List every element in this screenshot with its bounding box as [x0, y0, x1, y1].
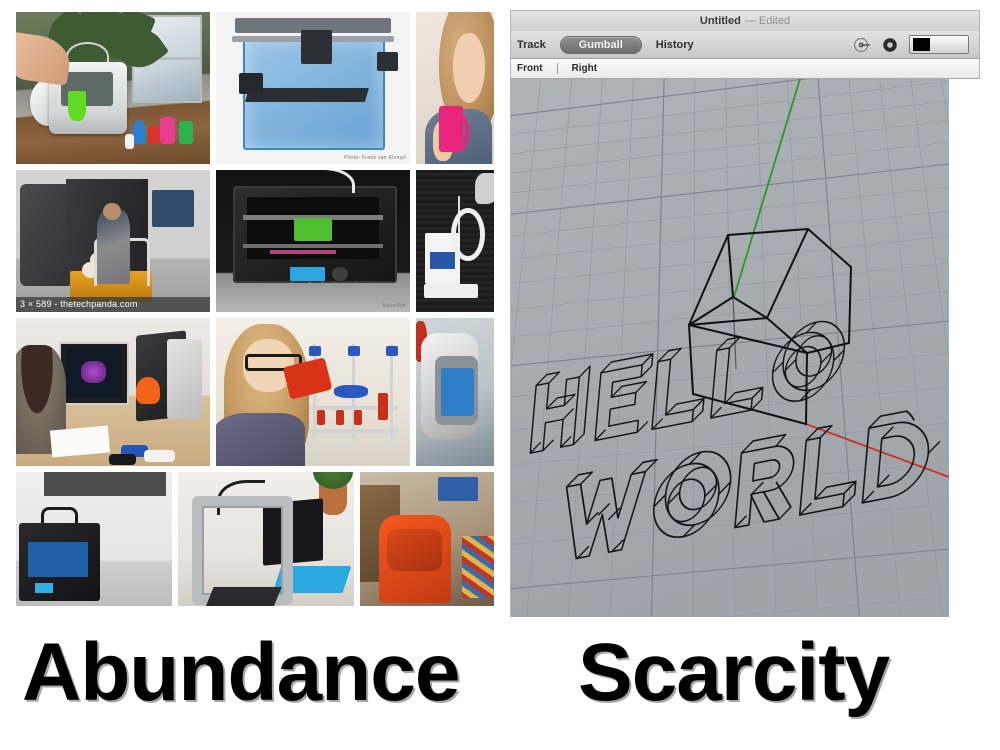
photo-aluminium-cube-frame-tablet[interactable] — [178, 472, 354, 606]
tab-right[interactable]: Right — [572, 63, 598, 74]
photo-woman-3d-scanner-desk[interactable] — [16, 318, 210, 466]
color-swatch-chip — [913, 38, 930, 51]
window-title: Untitled — Edited — [700, 15, 790, 27]
collage-row — [16, 318, 494, 466]
photo-watermark: MakerBot — [382, 303, 406, 309]
slide-root: Photo: Frank van Klompf 3 × 589 - thetec… — [0, 0, 1000, 750]
toolbar-history-button[interactable]: History — [656, 39, 694, 51]
viewport-scene — [511, 79, 949, 617]
window-titlebar: Untitled — Edited — [510, 10, 980, 31]
photo-black-printer-room[interactable] — [16, 472, 172, 606]
slide-captions: Abundance Scarcity — [0, 626, 1000, 746]
caption-scarcity: Scarcity — [578, 627, 890, 718]
image-search-collage: Photo: Frank van Klompf 3 × 589 - thetec… — [16, 12, 494, 618]
photo-caption: 3 × 589 - thetechpanda.com — [16, 297, 210, 312]
record-icon[interactable] — [881, 36, 899, 54]
view-tab-bar: Front Right — [510, 58, 980, 79]
photo-cube-printer-closeup[interactable] — [416, 318, 494, 466]
photo-makerbot-replicator-2[interactable]: MakerBot Replicator 2 MakerBot — [216, 170, 410, 312]
printer-model-label: MakerBot Replicator 2 — [289, 283, 358, 290]
photo-industrial-printer-worker[interactable]: 3 × 589 - thetechpanda.com — [16, 170, 210, 312]
photo-orange-chair-objects[interactable] — [360, 472, 494, 606]
toolbar-track-button[interactable]: Track — [517, 39, 546, 51]
photo-woman-glasses-blue-printer[interactable] — [216, 318, 410, 466]
tab-separator — [556, 63, 558, 74]
window-toolbar: Track Gumball History — [510, 31, 980, 58]
cad-application-window: Untitled— Edited Track Gumball History — [510, 10, 980, 618]
photo-white-printer-dark-room[interactable] — [416, 170, 494, 312]
photo-woman-with-pink-mug[interactable] — [416, 12, 494, 164]
photo-desk-3d-printer-with-prints[interactable] — [16, 12, 210, 164]
photo-watermark: Photo: Frank van Klompf — [344, 155, 406, 161]
collage-row: 3 × 589 - thetechpanda.com MakerBot Repl… — [16, 170, 494, 312]
photo-blue-transparent-printer[interactable]: Photo: Frank van Klompf — [216, 12, 410, 164]
toolbar-gumball-toggle[interactable]: Gumball — [559, 35, 642, 54]
3d-viewport[interactable] — [510, 79, 949, 617]
color-swatch-button[interactable] — [909, 35, 969, 54]
caption-abundance: Abundance — [22, 627, 460, 718]
window-title-edited-state: — Edited — [744, 15, 791, 27]
collage-row — [16, 472, 494, 606]
window-title-text: Untitled — [699, 15, 741, 27]
target-icon[interactable] — [853, 36, 871, 54]
collage-row: Photo: Frank van Klompf — [16, 12, 494, 164]
tab-front[interactable]: Front — [517, 63, 543, 74]
